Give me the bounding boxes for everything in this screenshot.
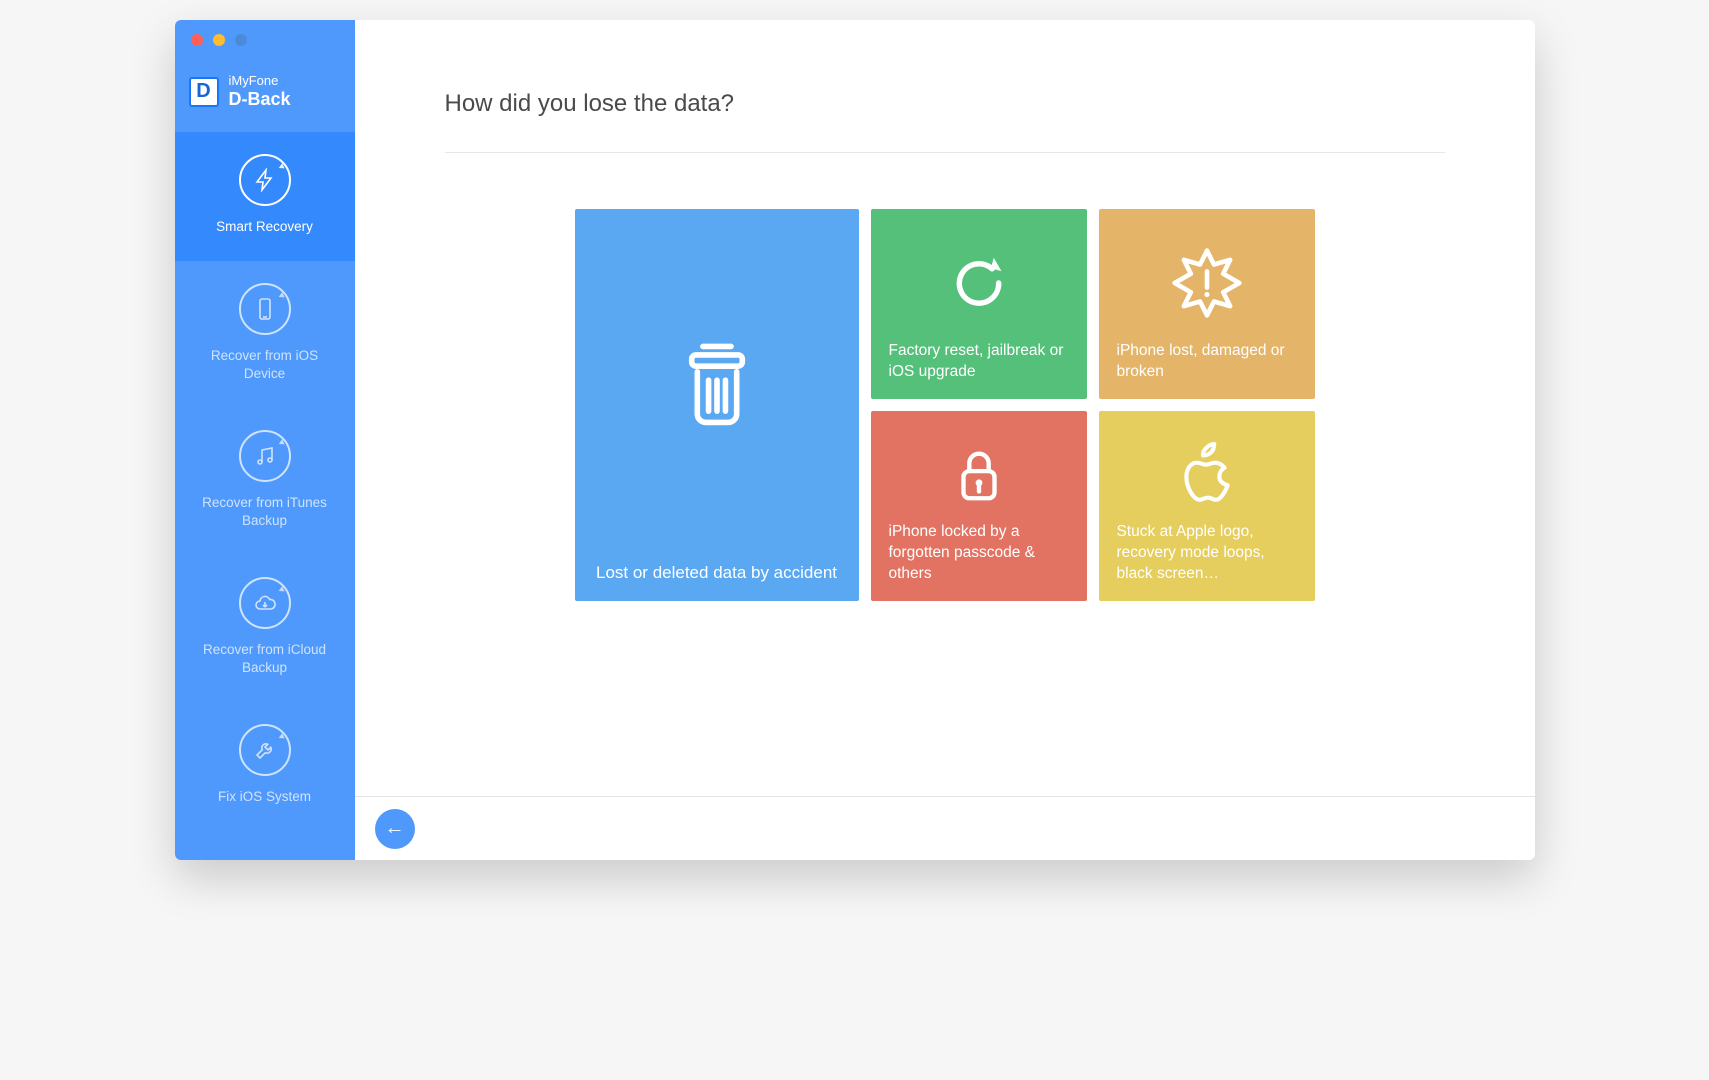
sidebar-item-label: Recover from iTunes Backup — [195, 494, 335, 529]
lightning-icon — [239, 154, 291, 206]
tile-stuck-logo[interactable]: Stuck at Apple logo, recovery mode loops… — [1099, 411, 1315, 601]
brand: D iMyFone D-Back — [175, 56, 355, 132]
tiles-grid: Lost or deleted data by accident Factory… — [575, 209, 1315, 601]
sidebar-item-recover-itunes-backup[interactable]: Recover from iTunes Backup — [175, 408, 355, 555]
sidebar: D iMyFone D-Back Smart Recovery Recover … — [175, 20, 355, 860]
content: How did you lose the data? Lost or — [355, 20, 1535, 796]
page-title: How did you lose the data? — [445, 90, 1445, 153]
window-controls — [175, 20, 355, 56]
tile-lost-broken[interactable]: iPhone lost, damaged or broken — [1099, 209, 1315, 399]
cloud-icon — [239, 577, 291, 629]
lock-icon — [889, 427, 1069, 522]
brand-line2: D-Back — [229, 89, 291, 110]
sidebar-item-recover-icloud-backup[interactable]: Recover from iCloud Backup — [175, 555, 355, 702]
sidebar-item-label: Fix iOS System — [218, 788, 311, 806]
tile-label: iPhone lost, damaged or broken — [1117, 341, 1297, 383]
apple-icon — [1117, 427, 1297, 522]
footer: ← — [355, 796, 1535, 860]
trash-icon — [672, 225, 762, 540]
close-window-button[interactable] — [191, 34, 203, 46]
wrench-icon — [239, 724, 291, 776]
arrow-left-icon: ← — [385, 817, 405, 840]
tile-accident[interactable]: Lost or deleted data by accident — [575, 209, 859, 601]
back-button[interactable]: ← — [375, 809, 415, 849]
sidebar-item-label: Recover from iCloud Backup — [195, 641, 335, 676]
minimize-window-button[interactable] — [213, 34, 225, 46]
zoom-window-button[interactable] — [235, 34, 247, 46]
sidebar-item-label: Recover from iOS Device — [195, 347, 335, 382]
sidebar-item-fix-ios-system[interactable]: Fix iOS System — [175, 702, 355, 832]
tile-label: Stuck at Apple logo, recovery mode loops… — [1117, 522, 1297, 585]
brand-line1: iMyFone — [229, 74, 291, 89]
sidebar-nav: Smart Recovery Recover from iOS Device R… — [175, 132, 355, 832]
app-window: D iMyFone D-Back Smart Recovery Recover … — [175, 20, 1535, 860]
music-icon — [239, 430, 291, 482]
tile-locked[interactable]: iPhone locked by a forgotten passcode & … — [871, 411, 1087, 601]
main: How did you lose the data? Lost or — [355, 20, 1535, 860]
tile-label: iPhone locked by a forgotten passcode & … — [889, 522, 1069, 585]
tile-label: Lost or deleted data by accident — [596, 562, 837, 585]
tile-label: Factory reset, jailbreak or iOS upgrade — [889, 341, 1069, 383]
brand-logo: D — [189, 77, 219, 107]
burst-icon — [1117, 225, 1297, 341]
sidebar-item-smart-recovery[interactable]: Smart Recovery — [175, 132, 355, 262]
brand-text: iMyFone D-Back — [229, 74, 291, 110]
phone-icon — [239, 283, 291, 335]
sidebar-item-label: Smart Recovery — [216, 218, 313, 236]
sidebar-item-recover-ios-device[interactable]: Recover from iOS Device — [175, 261, 355, 408]
restore-icon — [889, 225, 1069, 341]
tile-factory-reset[interactable]: Factory reset, jailbreak or iOS upgrade — [871, 209, 1087, 399]
